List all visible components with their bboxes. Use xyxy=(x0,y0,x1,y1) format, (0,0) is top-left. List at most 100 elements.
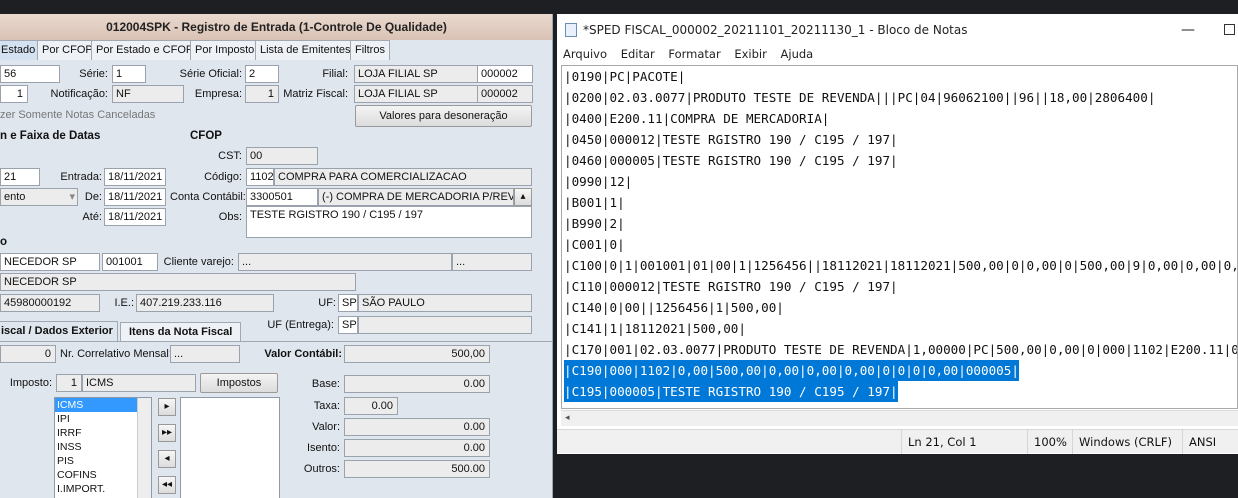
desoneracao-button[interactable]: Valores para desoneração xyxy=(355,105,532,127)
chevron-down-icon: ▾ xyxy=(69,191,75,203)
uf-field[interactable]: SP xyxy=(338,294,358,312)
valor-contabil-field[interactable]: 500,00 xyxy=(344,345,490,363)
text-line: |0450|000012|TESTE RGISTRO 190 / C195 / … xyxy=(564,132,898,147)
text-line: |0200|02.03.0077|PRODUTO TESTE DE REVEND… xyxy=(564,90,1156,105)
text-line: |C110|000012|TESTE RGISTRO 190 / C195 / … xyxy=(564,279,898,294)
tab-fiscal-dados-exterior[interactable]: iscal / Dados Exterior xyxy=(0,321,118,341)
fornecedor-name-field[interactable]: NECEDOR SP xyxy=(0,253,100,271)
cnpj-field[interactable]: 45980000192 xyxy=(0,294,100,312)
imposto-name-field[interactable]: ICMS xyxy=(82,374,196,392)
serie-label: Série: xyxy=(79,68,108,80)
chevron-up-icon[interactable]: ▴ xyxy=(514,188,532,206)
cliente-varejo-field[interactable]: ... xyxy=(238,253,452,271)
notificacao-field[interactable]: NF xyxy=(112,85,184,103)
move-all-right-icon[interactable]: ▸▸ xyxy=(158,424,176,442)
valor-label: Valor: xyxy=(312,421,340,433)
selected-imposto-list[interactable] xyxy=(180,397,280,498)
tab-por-imposto[interactable]: Por Imposto xyxy=(190,40,260,60)
valor-contabil-label: Valor Contábil: xyxy=(264,348,342,360)
valor-field[interactable]: 0.00 xyxy=(344,418,490,436)
menu-arquivo[interactable]: Arquivo xyxy=(563,47,607,61)
uf-entrega-field[interactable]: SP xyxy=(338,316,358,334)
imposto-num-field[interactable]: 1 xyxy=(56,374,82,392)
obs-label: Obs: xyxy=(218,211,242,223)
filial-code-field[interactable]: 000002 xyxy=(477,65,533,83)
text-line-selected: |C195|000005|TESTE RGISTRO 190 / C195 / … xyxy=(564,381,898,402)
menu-formatar[interactable]: Formatar xyxy=(668,47,720,61)
status-position: Ln 21, Col 1 xyxy=(901,430,1027,454)
list-scrollbar[interactable] xyxy=(137,398,151,498)
period-combo-value: ento xyxy=(4,191,26,203)
entrada-date-field[interactable]: 18/11/2021 xyxy=(104,168,166,186)
notepad-text-area[interactable]: |0190|PC|PACOTE| |0200|02.03.0077|PRODUT… xyxy=(561,65,1238,409)
move-right-icon[interactable]: ▸ xyxy=(158,398,176,416)
ie-label: I.E.: xyxy=(114,297,134,309)
tab-por-cfop[interactable]: Por CFOP xyxy=(37,40,98,60)
move-left-icon[interactable]: ◂ xyxy=(158,450,176,468)
notepad-window: *SPED FISCAL_000002_20211101_20211130_1 … xyxy=(557,14,1238,454)
notepad-menubar: Arquivo Editar Formatar Exibir Ajuda xyxy=(557,47,817,65)
ie-field[interactable]: 407.219.233.116 xyxy=(136,294,274,312)
canceladas-checkbox-label[interactable]: zer Somente Notas Canceladas xyxy=(0,106,155,124)
uf-entrega-label: UF (Entrega): xyxy=(267,319,334,331)
conta-contabil-desc: (-) COMPRA DE MERCADORIA P/REVENDA xyxy=(318,188,514,206)
impostos-button[interactable]: Impostos xyxy=(200,373,278,393)
window-title: 012004SPK - Registro de Entrada (1-Contr… xyxy=(0,14,552,40)
row2-number-field[interactable]: 1 xyxy=(0,85,28,103)
conta-contabil-label: Conta Contábil: xyxy=(170,191,246,203)
cliente-varejo-label: Cliente varejo: xyxy=(163,256,234,268)
isento-label: Isento: xyxy=(306,442,340,454)
taxa-field[interactable]: 0.00 xyxy=(344,397,398,415)
text-line: |C141|1|18112021|500,00| xyxy=(564,321,746,336)
matriz-fiscal-field[interactable]: LOJA FILIAL SP xyxy=(354,85,478,103)
uf-name-field: SÃO PAULO xyxy=(358,294,532,312)
uf-entrega-name xyxy=(358,316,532,334)
empresa-field[interactable]: 1 xyxy=(245,85,279,103)
cst-field[interactable]: 00 xyxy=(246,147,318,165)
tab-itens-nota[interactable]: Itens da Nota Fiscal xyxy=(120,322,242,342)
horizontal-scrollbar[interactable]: ◂ xyxy=(561,410,1238,426)
menu-exibir[interactable]: Exibir xyxy=(734,47,767,61)
notepad-title: *SPED FISCAL_000002_20211101_20211130_1 … xyxy=(583,23,968,37)
entry-register-window: 012004SPK - Registro de Entrada (1-Contr… xyxy=(0,14,553,498)
filial-field[interactable]: LOJA FILIAL SP xyxy=(354,65,478,83)
section-fornecedor: o xyxy=(0,236,8,248)
base-field[interactable]: 0.00 xyxy=(344,375,490,393)
serie-field[interactable]: 1 xyxy=(112,65,146,83)
correlativo-field[interactable]: ... xyxy=(170,345,240,363)
cliente-varejo-code[interactable]: ... xyxy=(452,253,532,271)
fiscal-zero-field[interactable]: 0 xyxy=(0,345,56,363)
fornecedor-name2-field: NECEDOR SP xyxy=(0,273,356,291)
minimize-icon[interactable]: — xyxy=(1181,14,1195,46)
scroll-left-icon[interactable]: ◂ xyxy=(565,412,570,423)
menu-editar[interactable]: Editar xyxy=(621,47,655,61)
status-eol: Windows (CRLF) xyxy=(1072,430,1182,454)
correlativo-label: Nr. Correlativo Mensal: xyxy=(60,348,172,360)
text-line: |0990|12| xyxy=(564,174,633,189)
entrada-label: Entrada: xyxy=(60,171,102,183)
entrada-num-field[interactable]: 21 xyxy=(0,168,40,186)
tab-estado[interactable]: Estado xyxy=(0,40,41,60)
entry-number-field[interactable]: 56 xyxy=(0,65,60,83)
de-date-field[interactable]: 18/11/2021 xyxy=(104,188,166,206)
isento-field[interactable]: 0.00 xyxy=(344,439,490,457)
imposto-list[interactable]: ICMS IPI IRRF INSS PIS COFINS I.IMPORT. xyxy=(54,397,152,498)
tab-lista-emitentes[interactable]: Lista de Emitentes xyxy=(255,40,356,60)
period-combo[interactable]: ento ▾ xyxy=(0,188,78,206)
maximize-icon[interactable] xyxy=(1224,24,1235,35)
menu-ajuda[interactable]: Ajuda xyxy=(781,47,814,61)
conta-contabil-field[interactable]: 3300501 xyxy=(246,188,318,206)
imposto-label: Imposto: xyxy=(9,377,52,389)
tab-filtros[interactable]: Filtros xyxy=(350,40,390,60)
move-all-left-icon[interactable]: ◂◂ xyxy=(158,476,176,494)
tab-por-estado-cfop[interactable]: Por Estado e CFOP xyxy=(91,40,199,60)
ate-date-field[interactable]: 18/11/2021 xyxy=(104,208,166,226)
serie-oficial-field[interactable]: 2 xyxy=(245,65,279,83)
obs-textarea[interactable]: TESTE RGISTRO 190 / C195 / 197 xyxy=(246,206,532,238)
fornecedor-code-field[interactable]: 001001 xyxy=(102,253,158,271)
codigo-field[interactable]: 1102 xyxy=(246,168,274,186)
outros-field[interactable]: 500.00 xyxy=(344,460,490,478)
matriz-code-field[interactable]: 000002 xyxy=(477,85,533,103)
tab-bar: Estado Por CFOP Por Estado e CFOP Por Im… xyxy=(0,40,552,60)
base-label: Base: xyxy=(311,378,340,390)
